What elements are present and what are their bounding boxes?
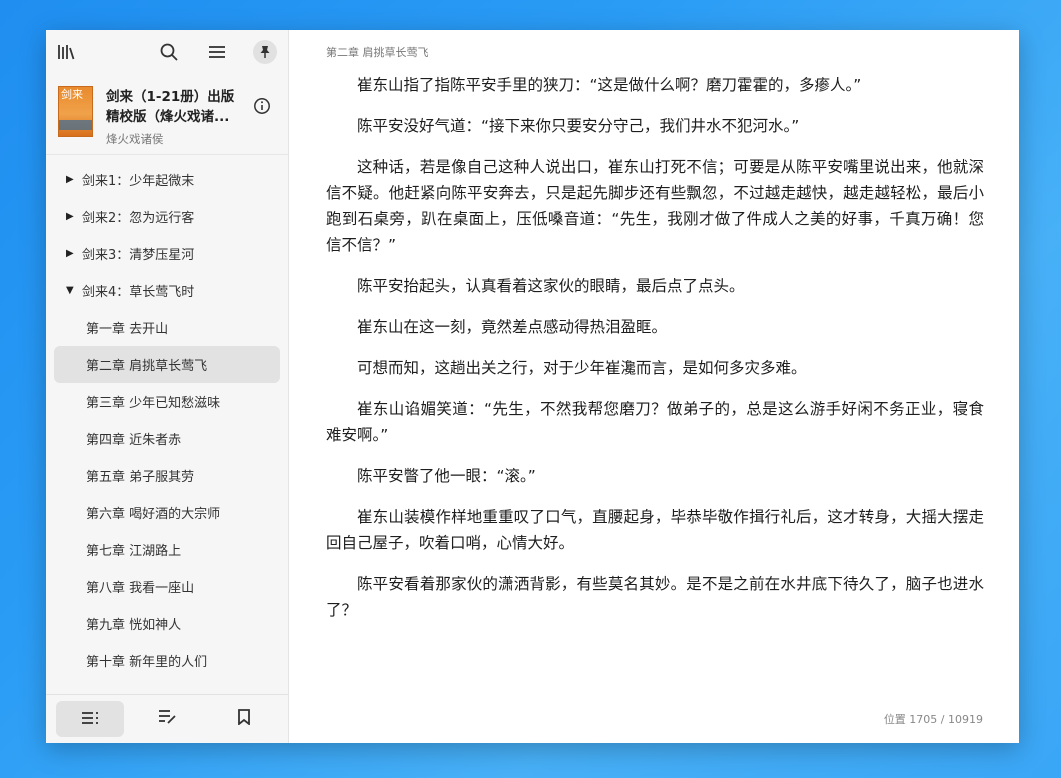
sidebar-bottom-tabs <box>46 694 288 743</box>
toc-chapter-item[interactable]: 第六章 喝好酒的大宗师 <box>54 494 280 531</box>
paragraph: 陈平安看着那家伙的潇洒背影，有些莫名其妙。是不是之前在水井底下待久了，脑子也进水… <box>326 575 984 619</box>
toc-chapter-item[interactable]: 第一章 去开山 <box>54 309 280 346</box>
reader-content: 第二章 肩挑草长莺飞 崔东山指了指陈平安手里的狭刀：“这是做什么啊？磨刀霍霍的，… <box>289 30 1019 743</box>
library-icon[interactable] <box>50 36 82 68</box>
toc-item-label: 第六章 喝好酒的大宗师 <box>86 507 221 522</box>
book-author: 烽火戏诸侯 <box>106 132 164 146</box>
chapter-text[interactable]: 崔东山指了指陈平安手里的狭刀：“这是做什么啊？磨刀霍霍的，多瘆人。” 陈平安没好气… <box>326 72 984 638</box>
expanded-arrow-icon[interactable]: ▼ <box>66 285 82 296</box>
collapsed-arrow-icon[interactable]: ▶ <box>66 248 82 259</box>
book-title: 剑来（1-21册）出版 精校版（烽火戏诸... <box>106 87 246 127</box>
toc-item-label: 剑来3：清梦压星河 <box>82 248 195 263</box>
toc-chapter-item[interactable]: 第十章 新年里的人们 <box>54 642 280 679</box>
toc-item-label: 第八章 我看一座山 <box>86 581 195 596</box>
toc-item-label: 第九章 恍如神人 <box>86 618 182 633</box>
book-info: 剑来 剑来（1-21册）出版 精校版（烽火戏诸... 烽火戏诸侯 <box>46 74 288 155</box>
cover-decoration <box>59 120 92 130</box>
cover-title: 剑来 <box>61 88 83 101</box>
paragraph: 陈平安抬起头，认真看着这家伙的眼睛，最后点了点头。 <box>357 277 745 295</box>
collapsed-arrow-icon[interactable]: ▶ <box>66 174 82 185</box>
toc-item-label: 第七章 江湖路上 <box>86 544 182 559</box>
toc-item-label: 第三章 少年已知愁滋味 <box>86 396 221 411</box>
toc-item-label: 剑来1：少年起微末 <box>82 174 195 189</box>
search-icon[interactable] <box>153 36 185 68</box>
sidebar-toolbar <box>46 30 288 74</box>
bookmark-icon <box>237 709 251 729</box>
toc-item-label: 第二章 肩挑草长莺飞 <box>86 359 208 374</box>
book-cover[interactable]: 剑来 <box>58 86 93 137</box>
toc-item-label: 第四章 近朱者赤 <box>86 433 182 448</box>
location-indicator: 位置 1705 / 10919 <box>883 713 983 726</box>
tab-contents[interactable] <box>56 701 125 737</box>
info-icon[interactable] <box>248 92 276 120</box>
contents-list-icon <box>81 710 99 729</box>
book-title-line2: 精校版（烽火戏诸... <box>106 109 230 125</box>
toc-item-label: 剑来2：忽为远行客 <box>82 211 195 226</box>
toc-volume-item[interactable]: ▶ 剑来3：清梦压星河 <box>54 235 280 272</box>
paragraph: 陈平安没好气道：“接下来你只要安分守己，我们井水不犯河水。” <box>357 117 800 135</box>
toc-item-label: 第十章 新年里的人们 <box>86 655 208 670</box>
reader-window: 剑来 剑来（1-21册）出版 精校版（烽火戏诸... 烽火戏诸侯 ▶ 剑来1：少年… <box>46 30 1019 743</box>
menu-icon[interactable] <box>201 36 233 68</box>
sidebar: 剑来 剑来（1-21册）出版 精校版（烽火戏诸... 烽火戏诸侯 ▶ 剑来1：少年… <box>46 30 289 743</box>
tab-annotations[interactable] <box>133 701 201 737</box>
toc-volume-item[interactable]: ▼ 剑来4：草长莺飞时 <box>54 272 280 309</box>
toc-chapter-item[interactable]: 第三章 少年已知愁滋味 <box>54 383 280 420</box>
toc-chapter-item[interactable]: 第四章 近朱者赤 <box>54 420 280 457</box>
paragraph: 这种话，若是像自己这种人说出口，崔东山打死不信；可要是从陈平安嘴里说出来，他就深… <box>326 158 984 254</box>
annotations-icon <box>158 709 176 729</box>
paragraph: 陈平安瞥了他一眼：“滚。” <box>357 467 536 485</box>
toc-item-label: 剑来4：草长莺飞时 <box>82 285 195 300</box>
chapter-header: 第二章 肩挑草长莺飞 <box>326 46 429 59</box>
paragraph: 崔东山装模作样地重重叹了口气，直腰起身，毕恭毕敬作揖行礼后，这才转身，大摇大摆走… <box>326 508 984 552</box>
toc-item-label: 第一章 去开山 <box>86 322 169 337</box>
toc-chapter-item[interactable]: 第二章 肩挑草长莺飞 <box>54 346 280 383</box>
toc-chapter-item[interactable]: 第九章 恍如神人 <box>54 605 280 642</box>
toc-chapter-item[interactable]: 第七章 江湖路上 <box>54 531 280 568</box>
toc-chapter-item[interactable]: 第五章 弟子服其劳 <box>54 457 280 494</box>
tab-bookmarks[interactable] <box>210 701 278 737</box>
paragraph: 崔东山谄媚笑道：“先生，不然我帮您磨刀？做弟子的，总是这么游手好闲不务正业，寝食… <box>326 400 984 444</box>
paragraph: 崔东山在这一刻，竟然差点感动得热泪盈眶。 <box>357 318 668 336</box>
paragraph: 可想而知，这趟出关之行，对于少年崔瀺而言，是如何多灾多难。 <box>357 359 807 377</box>
toc-chapter-item[interactable]: 第八章 我看一座山 <box>54 568 280 605</box>
book-title-line1: 剑来（1-21册）出版 <box>106 89 235 105</box>
paragraph: 崔东山指了指陈平安手里的狭刀：“这是做什么啊？磨刀霍霍的，多瘆人。” <box>357 76 862 94</box>
toc-item-label: 第五章 弟子服其劳 <box>86 470 195 485</box>
toc-volume-item[interactable]: ▶ 剑来2：忽为远行客 <box>54 198 280 235</box>
collapsed-arrow-icon[interactable]: ▶ <box>66 211 82 222</box>
pin-icon[interactable] <box>253 40 277 64</box>
table-of-contents: ▶ 剑来1：少年起微末 ▶ 剑来2：忽为远行客 ▶ 剑来3：清梦压星河 ▼ 剑来4：草长莺飞时… <box>46 155 288 694</box>
toc-volume-item[interactable]: ▶ 剑来1：少年起微末 <box>54 161 280 198</box>
